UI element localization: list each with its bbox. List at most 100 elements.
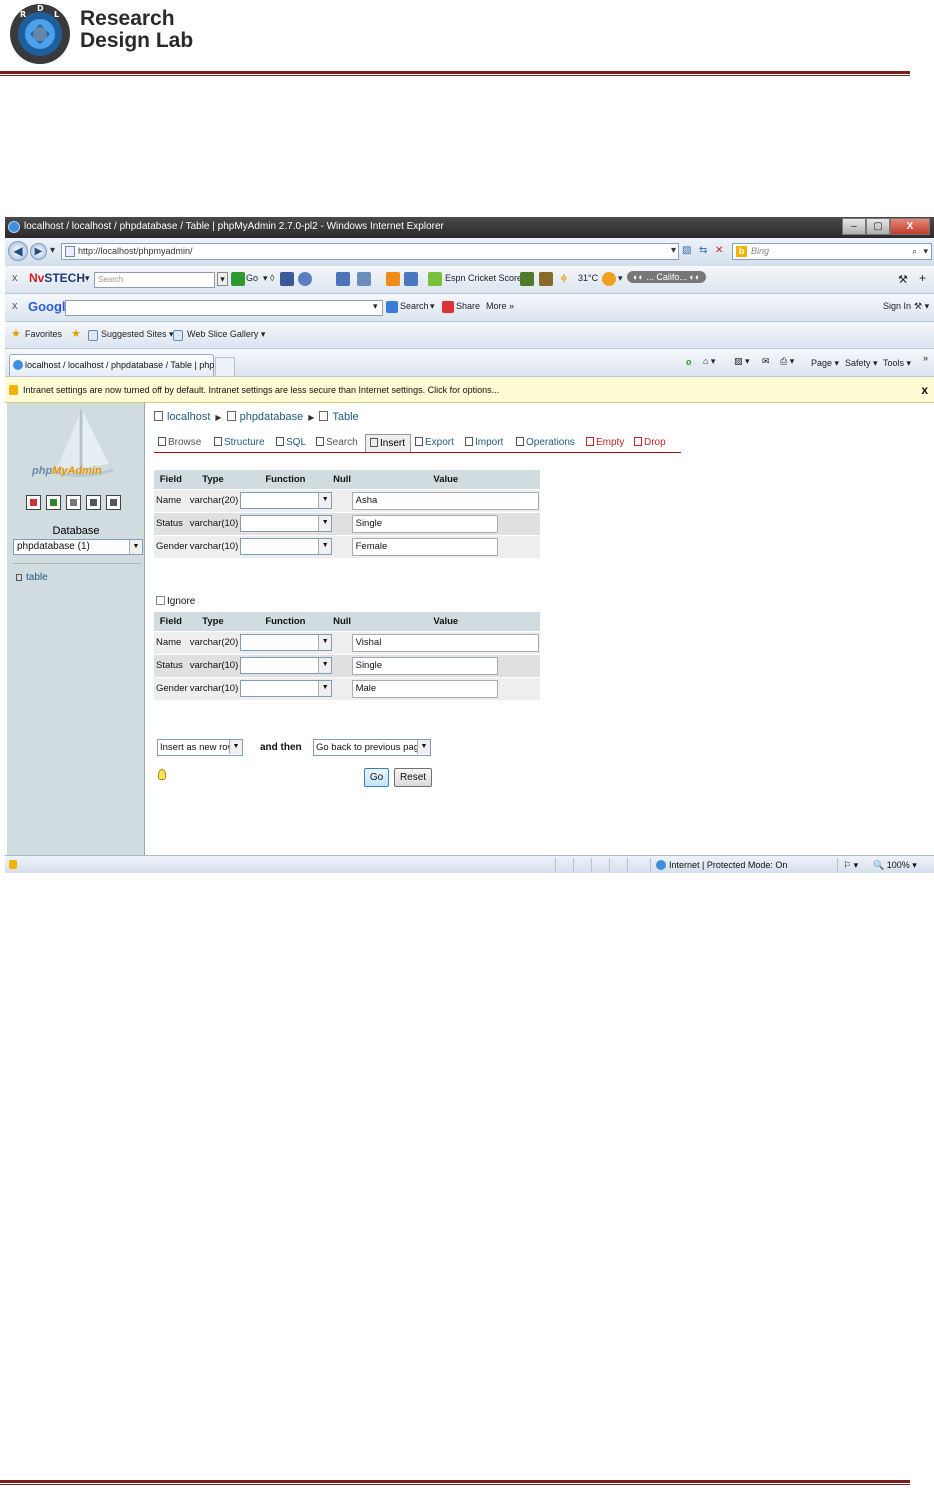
bing-search-input[interactable]: b Bing ⌕ ▾ xyxy=(732,243,932,260)
photo-icon[interactable] xyxy=(539,272,553,286)
go-button[interactable]: Go xyxy=(364,768,389,787)
tab-operations[interactable]: Operations xyxy=(512,434,582,452)
tab-insert[interactable]: Insert xyxy=(365,434,411,452)
pinterest-icon[interactable] xyxy=(386,272,400,286)
tab-import[interactable]: Import xyxy=(461,434,512,452)
go-button[interactable]: Go xyxy=(246,273,258,283)
database-select[interactable]: phpdatabase (1) ▼ xyxy=(13,539,143,555)
query-window-icon[interactable] xyxy=(46,495,61,510)
value-input[interactable]: Single xyxy=(351,514,498,533)
breadcrumb-table[interactable]: Table xyxy=(332,411,358,423)
docs-icon[interactable] xyxy=(86,495,101,510)
function-select[interactable]: ▼ xyxy=(240,538,333,556)
close-button[interactable]: X xyxy=(890,218,930,235)
nvstech-search-input[interactable]: Search xyxy=(94,272,215,288)
new-tab-button[interactable] xyxy=(215,357,235,376)
page-menu[interactable]: Page ▾ xyxy=(811,358,839,369)
tab-drop[interactable]: Drop xyxy=(630,434,670,452)
tab-search[interactable]: Search xyxy=(312,434,365,452)
toolbar-close-icon[interactable]: x xyxy=(12,300,18,312)
stop-icon[interactable]: ✕ xyxy=(715,243,723,260)
mail-icon[interactable] xyxy=(602,272,616,286)
value-input[interactable]: Vishal xyxy=(351,633,539,652)
rss-icon[interactable]: ▧ ▾ xyxy=(734,356,750,367)
after-insert-select[interactable]: Go back to previous page ▼ xyxy=(313,739,431,756)
minimize-button[interactable]: – xyxy=(842,218,866,235)
web-slice-gallery-link[interactable]: Web Slice Gallery ▾ xyxy=(187,329,265,340)
game-icon[interactable] xyxy=(520,272,534,286)
function-select[interactable]: ▼ xyxy=(240,680,333,698)
go-dropdown-icon[interactable]: ▾ ◊ xyxy=(263,273,274,284)
function-select[interactable]: ▼ xyxy=(240,634,333,651)
home-icon[interactable]: ⌂ ▾ xyxy=(703,356,715,367)
browser-tab[interactable]: localhost / localhost / phpdatabase / Ta… xyxy=(9,354,222,376)
suggested-sites-link[interactable]: Suggested Sites ▾ xyxy=(101,329,174,340)
wrench-icon[interactable]: ⚒ xyxy=(898,273,908,286)
share-button[interactable]: Share xyxy=(456,301,480,311)
espn-link[interactable]: Espn Cricket Score xyxy=(445,273,522,283)
forward-arrow-icon[interactable]: ▶ xyxy=(30,243,47,260)
refresh-icon[interactable]: ⇆ xyxy=(699,243,707,260)
address-dropdown-icon[interactable]: ▾ xyxy=(671,243,676,260)
breadcrumb-database[interactable]: phpdatabase xyxy=(240,411,304,423)
favorites-button[interactable]: Favorites xyxy=(25,329,62,339)
tab-structure[interactable]: Structure xyxy=(210,434,272,452)
tab-empty[interactable]: Empty xyxy=(582,434,630,452)
chevron-down-icon[interactable]: ▼ xyxy=(318,516,332,531)
function-select[interactable]: ▼ xyxy=(240,657,333,674)
safety-menu[interactable]: Safety ▾ xyxy=(845,358,878,369)
chevron-down-icon[interactable]: ▼ xyxy=(229,740,242,754)
breadcrumb-server[interactable]: localhost xyxy=(167,411,210,423)
print-icon[interactable]: ⎙ ▾ xyxy=(780,356,794,367)
feed-icon[interactable]: o xyxy=(686,357,692,367)
mail-dropdown-icon[interactable]: ▾ xyxy=(618,273,623,284)
reset-button[interactable]: Reset xyxy=(394,768,432,787)
sidebar-item-table[interactable]: table xyxy=(16,572,48,583)
back-arrow-icon[interactable]: ◀ xyxy=(8,241,28,261)
add-icon[interactable]: + xyxy=(919,271,926,285)
chevron-down-icon[interactable]: ▼ xyxy=(318,658,332,673)
search-icon[interactable]: ⌕ xyxy=(912,244,917,259)
chevron-down-icon[interactable]: ▼ xyxy=(318,539,332,555)
mail-icon[interactable]: ✉ xyxy=(762,356,770,367)
value-input[interactable]: Female xyxy=(351,537,498,556)
home-icon[interactable] xyxy=(26,495,41,510)
insert-mode-select[interactable]: Insert as new row ▼ xyxy=(157,739,243,756)
value-input[interactable]: Male xyxy=(351,679,498,698)
chevron-down-icon[interactable]: ▼ xyxy=(318,635,332,650)
chevron-down-icon[interactable]: ▼ xyxy=(417,740,430,754)
search-dropdown-icon[interactable]: ▾ xyxy=(923,244,928,259)
value-input[interactable]: Asha xyxy=(351,491,539,510)
tab-sql[interactable]: SQL xyxy=(272,434,312,452)
more-button[interactable]: More » xyxy=(486,301,514,311)
search-dropdown-icon[interactable]: ▾ xyxy=(217,272,228,286)
go-icon[interactable] xyxy=(231,272,245,286)
protected-mode-icon[interactable]: ⚐ ▾ xyxy=(843,856,858,873)
function-select[interactable]: ▼ xyxy=(240,515,333,532)
ignore-checkbox-row[interactable]: Ignore xyxy=(156,596,195,607)
cricket-icon[interactable] xyxy=(428,272,442,286)
docs-alt-icon[interactable] xyxy=(106,495,121,510)
facebook-icon[interactable] xyxy=(280,272,294,286)
sql-icon[interactable] xyxy=(66,495,81,510)
settings-wrench-icon[interactable]: ⚒ ▾ xyxy=(914,301,929,312)
maximize-button[interactable]: ▢ xyxy=(866,218,890,235)
chevron-right-icon[interactable]: » xyxy=(923,353,928,363)
google-search-button[interactable]: Search xyxy=(400,301,429,311)
media-player[interactable]: ◐◐ ... Califo... ◐◐ xyxy=(627,271,707,283)
printer-icon[interactable] xyxy=(336,272,350,286)
search-dropdown-icon[interactable]: ▾ xyxy=(430,301,435,312)
info-bar[interactable]: Intranet settings are now turned off by … xyxy=(5,377,934,403)
google-dropdown-icon[interactable]: ▾ xyxy=(373,301,378,312)
value-input[interactable]: Single xyxy=(351,656,498,675)
messenger-icon[interactable] xyxy=(357,272,371,286)
chevron-down-icon[interactable]: ▼ xyxy=(129,540,142,554)
toolbar-close-icon[interactable]: x xyxy=(12,272,18,284)
tools-menu[interactable]: Tools ▾ xyxy=(883,358,911,369)
zoom-level[interactable]: 🔍 100% ▾ xyxy=(873,856,917,873)
google-search-input[interactable] xyxy=(65,300,383,316)
address-input[interactable]: http://localhost/phpmyadmin/ xyxy=(61,243,679,260)
ignore-checkbox[interactable] xyxy=(156,596,165,605)
function-select[interactable]: ▼ xyxy=(240,492,333,509)
chevron-down-icon[interactable]: ▼ xyxy=(318,681,332,697)
